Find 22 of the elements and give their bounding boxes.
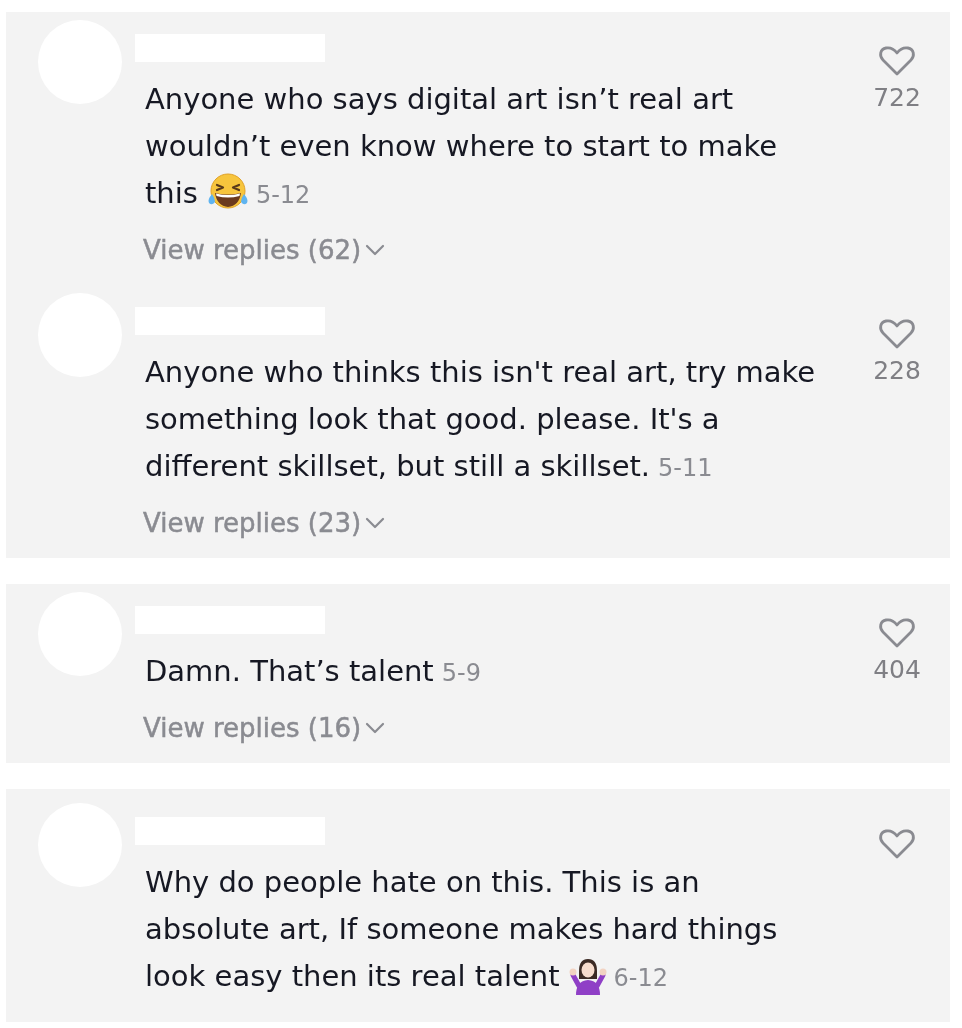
like-count: 228 <box>873 356 921 386</box>
comment-text: Damn. That’s talent 5-9 <box>145 653 482 690</box>
chevron-down-icon <box>365 517 386 529</box>
like-count: 722 <box>873 83 921 113</box>
heart-icon[interactable] <box>878 617 916 649</box>
comment-date: 6-12 <box>613 964 669 992</box>
chevron-down-icon <box>365 244 386 256</box>
comment-date: 5-11 <box>658 454 713 482</box>
comment-text: Anyone who says digital art isn’t real art wouldn’t even know where to start to make this 5-12 <box>145 81 779 214</box>
comment-text: Why do people hate on this. This is an absolute art, If someone makes hard things look easy then its real talent 6-12 <box>145 864 779 997</box>
comment-text: Anyone who thinks this isn't real art, try make something look that good. please. It's a different skillset, but still a skillset. 5-11 <box>145 354 817 485</box>
chevron-down-icon <box>365 722 386 734</box>
view-replies-link[interactable]: View replies (23) <box>143 508 386 538</box>
heart-icon[interactable] <box>878 318 916 350</box>
heart-icon[interactable] <box>878 45 916 77</box>
comment-date: 5-12 <box>255 181 311 209</box>
view-replies-link[interactable]: View replies (62) <box>143 235 386 265</box>
like-count: 404 <box>873 655 921 685</box>
heart-icon[interactable] <box>878 828 916 860</box>
laughing-emoji-icon <box>205 172 250 212</box>
comment-date: 5-9 <box>441 659 481 687</box>
view-replies-link[interactable]: View replies (16) <box>143 713 386 743</box>
